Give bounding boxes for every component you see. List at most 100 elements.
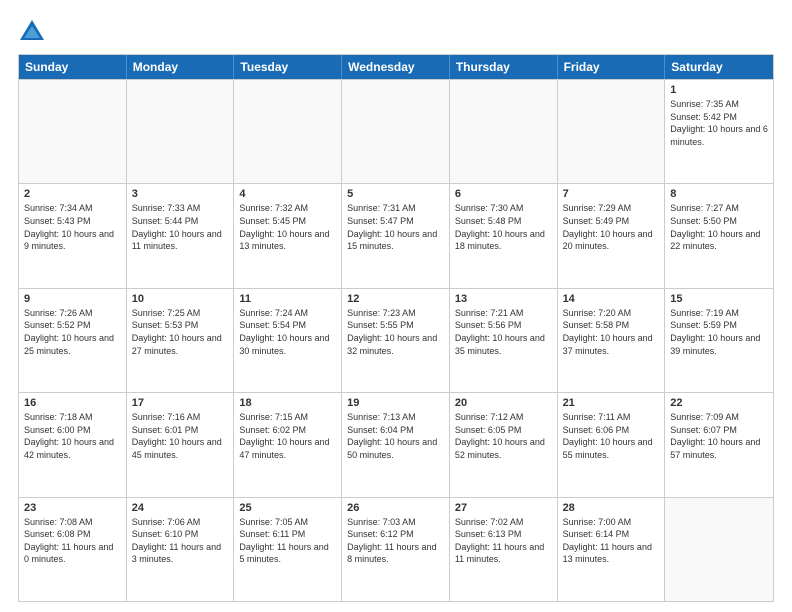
day-number: 20 <box>455 397 552 409</box>
day-info: Sunrise: 7:24 AM Sunset: 5:54 PM Dayligh… <box>239 307 336 357</box>
calendar-cell: 8 Sunrise: 7:27 AM Sunset: 5:50 PM Daylig… <box>665 184 773 287</box>
day-number: 23 <box>24 502 121 514</box>
calendar-header: SundayMondayTuesdayWednesdayThursdayFrid… <box>19 55 773 79</box>
logo-icon <box>18 18 46 46</box>
day-info: Sunrise: 7:30 AM Sunset: 5:48 PM Dayligh… <box>455 202 552 252</box>
calendar-cell: 1 Sunrise: 7:35 AM Sunset: 5:42 PM Daylig… <box>665 80 773 183</box>
day-info: Sunrise: 7:09 AM Sunset: 6:07 PM Dayligh… <box>670 411 768 461</box>
day-info: Sunrise: 7:29 AM Sunset: 5:49 PM Dayligh… <box>563 202 660 252</box>
calendar-cell: 4Sunrise: 7:32 AM Sunset: 5:45 PM Daylig… <box>234 184 342 287</box>
day-number: 24 <box>132 502 229 514</box>
day-number: 27 <box>455 502 552 514</box>
weekday-header-sunday: Sunday <box>19 55 127 79</box>
calendar-cell: 14Sunrise: 7:20 AM Sunset: 5:58 PM Dayli… <box>558 289 666 392</box>
day-number: 4 <box>239 188 336 200</box>
calendar-row-3: 16 Sunrise: 7:18 AM Sunset: 6:00 PM Dayli… <box>19 392 773 496</box>
day-number: 10 <box>132 293 229 305</box>
calendar-cell: 27 Sunrise: 7:02 AM Sunset: 6:13 PM Dayli… <box>450 498 558 601</box>
day-info: Sunrise: 7:02 AM Sunset: 6:13 PM Dayligh… <box>455 516 552 566</box>
calendar-row-4: 23 Sunrise: 7:08 AM Sunset: 6:08 PM Dayli… <box>19 497 773 601</box>
calendar-cell <box>127 80 235 183</box>
day-number: 19 <box>347 397 444 409</box>
day-number: 9 <box>24 293 121 305</box>
day-number: 22 <box>670 397 768 409</box>
calendar-cell: 17 Sunrise: 7:16 AM Sunset: 6:01 PM Dayli… <box>127 393 235 496</box>
calendar-cell: 23 Sunrise: 7:08 AM Sunset: 6:08 PM Dayli… <box>19 498 127 601</box>
day-number: 11 <box>239 293 336 305</box>
calendar-cell <box>665 498 773 601</box>
calendar-cell: 12 Sunrise: 7:23 AM Sunset: 5:55 PM Dayli… <box>342 289 450 392</box>
day-number: 12 <box>347 293 444 305</box>
calendar-cell: 7 Sunrise: 7:29 AM Sunset: 5:49 PM Daylig… <box>558 184 666 287</box>
day-info: Sunrise: 7:06 AM Sunset: 6:10 PM Dayligh… <box>132 516 229 566</box>
calendar-cell <box>558 80 666 183</box>
day-info: Sunrise: 7:27 AM Sunset: 5:50 PM Dayligh… <box>670 202 768 252</box>
calendar-cell: 11 Sunrise: 7:24 AM Sunset: 5:54 PM Dayli… <box>234 289 342 392</box>
calendar-row-2: 9 Sunrise: 7:26 AM Sunset: 5:52 PM Daylig… <box>19 288 773 392</box>
day-number: 6 <box>455 188 552 200</box>
day-number: 5 <box>347 188 444 200</box>
calendar-row-1: 2 Sunrise: 7:34 AM Sunset: 5:43 PM Daylig… <box>19 183 773 287</box>
day-info: Sunrise: 7:15 AM Sunset: 6:02 PM Dayligh… <box>239 411 336 461</box>
calendar-cell: 24 Sunrise: 7:06 AM Sunset: 6:10 PM Dayli… <box>127 498 235 601</box>
calendar-cell <box>342 80 450 183</box>
weekday-header-monday: Monday <box>127 55 235 79</box>
day-info: Sunrise: 7:33 AM Sunset: 5:44 PM Dayligh… <box>132 202 229 252</box>
day-info: Sunrise: 7:00 AM Sunset: 6:14 PM Dayligh… <box>563 516 660 566</box>
header <box>18 18 774 46</box>
calendar-cell <box>19 80 127 183</box>
calendar-row-0: 1 Sunrise: 7:35 AM Sunset: 5:42 PM Daylig… <box>19 79 773 183</box>
calendar-cell: 22 Sunrise: 7:09 AM Sunset: 6:07 PM Dayli… <box>665 393 773 496</box>
day-number: 2 <box>24 188 121 200</box>
weekday-header-thursday: Thursday <box>450 55 558 79</box>
calendar-cell: 21 Sunrise: 7:11 AM Sunset: 6:06 PM Dayli… <box>558 393 666 496</box>
day-info: Sunrise: 7:19 AM Sunset: 5:59 PM Dayligh… <box>670 307 768 357</box>
calendar-cell: 25 Sunrise: 7:05 AM Sunset: 6:11 PM Dayli… <box>234 498 342 601</box>
day-info: Sunrise: 7:05 AM Sunset: 6:11 PM Dayligh… <box>239 516 336 566</box>
page: SundayMondayTuesdayWednesdayThursdayFrid… <box>0 0 792 612</box>
day-number: 26 <box>347 502 444 514</box>
calendar-cell: 5 Sunrise: 7:31 AM Sunset: 5:47 PM Daylig… <box>342 184 450 287</box>
calendar-cell <box>450 80 558 183</box>
calendar: SundayMondayTuesdayWednesdayThursdayFrid… <box>18 54 774 602</box>
day-number: 8 <box>670 188 768 200</box>
day-number: 17 <box>132 397 229 409</box>
calendar-cell: 20 Sunrise: 7:12 AM Sunset: 6:05 PM Dayli… <box>450 393 558 496</box>
day-info: Sunrise: 7:34 AM Sunset: 5:43 PM Dayligh… <box>24 202 121 252</box>
day-info: Sunrise: 7:35 AM Sunset: 5:42 PM Dayligh… <box>670 98 768 148</box>
calendar-cell: 15 Sunrise: 7:19 AM Sunset: 5:59 PM Dayli… <box>665 289 773 392</box>
weekday-header-wednesday: Wednesday <box>342 55 450 79</box>
calendar-cell: 3 Sunrise: 7:33 AM Sunset: 5:44 PM Daylig… <box>127 184 235 287</box>
calendar-cell: 2 Sunrise: 7:34 AM Sunset: 5:43 PM Daylig… <box>19 184 127 287</box>
weekday-header-friday: Friday <box>558 55 666 79</box>
day-number: 25 <box>239 502 336 514</box>
day-info: Sunrise: 7:18 AM Sunset: 6:00 PM Dayligh… <box>24 411 121 461</box>
day-number: 15 <box>670 293 768 305</box>
day-info: Sunrise: 7:31 AM Sunset: 5:47 PM Dayligh… <box>347 202 444 252</box>
day-info: Sunrise: 7:23 AM Sunset: 5:55 PM Dayligh… <box>347 307 444 357</box>
day-number: 18 <box>239 397 336 409</box>
day-info: Sunrise: 7:08 AM Sunset: 6:08 PM Dayligh… <box>24 516 121 566</box>
calendar-cell: 10 Sunrise: 7:25 AM Sunset: 5:53 PM Dayli… <box>127 289 235 392</box>
calendar-cell <box>234 80 342 183</box>
day-number: 21 <box>563 397 660 409</box>
calendar-cell: 16 Sunrise: 7:18 AM Sunset: 6:00 PM Dayli… <box>19 393 127 496</box>
day-info: Sunrise: 7:11 AM Sunset: 6:06 PM Dayligh… <box>563 411 660 461</box>
day-number: 28 <box>563 502 660 514</box>
calendar-cell: 6 Sunrise: 7:30 AM Sunset: 5:48 PM Daylig… <box>450 184 558 287</box>
day-info: Sunrise: 7:20 AM Sunset: 5:58 PM Dayligh… <box>563 307 660 357</box>
day-info: Sunrise: 7:26 AM Sunset: 5:52 PM Dayligh… <box>24 307 121 357</box>
logo <box>18 18 50 46</box>
day-number: 7 <box>563 188 660 200</box>
day-number: 1 <box>670 84 768 96</box>
calendar-cell: 28 Sunrise: 7:00 AM Sunset: 6:14 PM Dayli… <box>558 498 666 601</box>
day-info: Sunrise: 7:03 AM Sunset: 6:12 PM Dayligh… <box>347 516 444 566</box>
day-info: Sunrise: 7:12 AM Sunset: 6:05 PM Dayligh… <box>455 411 552 461</box>
day-number: 3 <box>132 188 229 200</box>
day-info: Sunrise: 7:25 AM Sunset: 5:53 PM Dayligh… <box>132 307 229 357</box>
day-info: Sunrise: 7:16 AM Sunset: 6:01 PM Dayligh… <box>132 411 229 461</box>
calendar-cell: 19Sunrise: 7:13 AM Sunset: 6:04 PM Dayli… <box>342 393 450 496</box>
calendar-body: 1 Sunrise: 7:35 AM Sunset: 5:42 PM Daylig… <box>19 79 773 601</box>
day-info: Sunrise: 7:21 AM Sunset: 5:56 PM Dayligh… <box>455 307 552 357</box>
day-number: 16 <box>24 397 121 409</box>
